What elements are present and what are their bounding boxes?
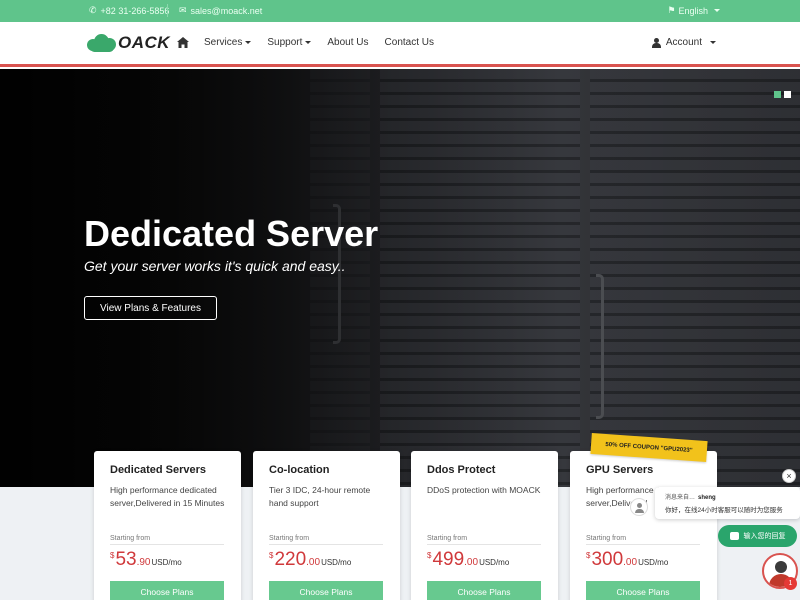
- starting-from-label: Starting from: [269, 535, 310, 542]
- nav-about-us[interactable]: About Us: [327, 37, 368, 48]
- logo-text: OACK: [118, 33, 171, 52]
- divider: [586, 544, 700, 545]
- hero-title: Dedicated Server: [84, 213, 379, 254]
- plan-name: Co-location: [269, 464, 330, 476]
- price-period: /mo: [168, 558, 182, 567]
- starting-from-label: Starting from: [427, 535, 468, 542]
- agent-avatar-icon: [630, 498, 648, 516]
- hero-subtitle: Get your server works it's quick and eas…: [84, 258, 346, 274]
- close-icon[interactable]: ×: [782, 469, 796, 483]
- price-amount: 53: [115, 549, 137, 570]
- price-amount: 300: [591, 549, 624, 570]
- plan-price: $ 300 .00 USD /mo: [586, 549, 668, 571]
- starting-from-label: Starting from: [586, 535, 627, 542]
- chat-sender: 消息来自… sheng: [665, 492, 716, 501]
- slider-dots: [774, 91, 791, 98]
- plan-price: $ 499 .00 USD /mo: [427, 549, 509, 571]
- price-unit: USD: [479, 558, 496, 567]
- chevron-down-icon: [305, 41, 312, 44]
- chat-bubble-icon: [729, 532, 739, 540]
- currency-symbol: $: [110, 551, 115, 560]
- view-plans-button[interactable]: View Plans & Features: [84, 296, 217, 320]
- plan-description: High performance dedicated server,Delive…: [110, 485, 225, 508]
- nav-menu: Services Support About Us Contact Us: [177, 37, 434, 48]
- flag-icon: ⚑: [667, 5, 676, 15]
- topbar-divider: [167, 4, 168, 17]
- chat-message-text: 你好，在线24小时客服可以随时为您服务: [665, 507, 783, 514]
- plan-price: $ 220 .00 USD /mo: [269, 549, 351, 571]
- plan-card-ddos: Ddos Protect DDoS protection with MOACK …: [411, 451, 558, 600]
- site-logo[interactable]: OACK: [87, 33, 170, 53]
- chat-reply-button[interactable]: 输入您的回复: [718, 525, 797, 547]
- choose-plans-button[interactable]: Choose Plans: [427, 581, 541, 600]
- nav-contact-us-label: Contact Us: [384, 37, 434, 48]
- price-amount: 220: [274, 549, 307, 570]
- price-cents: .00: [306, 557, 321, 568]
- divider: [427, 544, 541, 545]
- account-menu[interactable]: Account: [651, 37, 716, 48]
- price-cents: .00: [623, 557, 638, 568]
- language-label: English: [678, 5, 708, 16]
- chevron-down-icon: [714, 9, 720, 12]
- unread-badge: 1: [784, 577, 797, 590]
- nav-support[interactable]: Support: [267, 37, 312, 48]
- plan-price: $ 53 .90 USD /mo: [110, 549, 182, 571]
- plan-card-gpu: GPU Servers High performance GPU server,…: [570, 451, 717, 600]
- home-icon[interactable]: [177, 37, 189, 48]
- currency-symbol: $: [269, 551, 274, 560]
- hero-banner: Dedicated Server Get your server works i…: [0, 69, 800, 487]
- plan-name: Dedicated Servers: [110, 464, 206, 476]
- chat-agent-name: sheng: [698, 495, 716, 501]
- user-icon: [651, 37, 661, 48]
- email-contact[interactable]: ✉ sales@moack.net: [179, 5, 262, 16]
- logo-cloud-icon: [87, 33, 117, 53]
- price-amount: 499: [432, 549, 465, 570]
- chevron-down-icon: [245, 41, 252, 44]
- phone-icon: ✆: [89, 5, 97, 15]
- slider-dot[interactable]: [784, 91, 791, 98]
- plan-name: Ddos Protect: [427, 464, 496, 476]
- nav-services-label: Services: [204, 37, 243, 48]
- price-period: /mo: [495, 558, 510, 567]
- plan-description: DDoS protection with MOACK: [427, 485, 541, 495]
- nav-support-label: Support: [267, 37, 303, 48]
- chat-from-label: 消息来自…: [665, 495, 696, 501]
- envelope-icon: ✉: [179, 5, 187, 15]
- divider: [269, 544, 383, 545]
- plan-card-colocation: Co-location Tier 3 IDC, 24-hour remote h…: [253, 451, 400, 600]
- choose-plans-button[interactable]: Choose Plans: [110, 581, 224, 600]
- price-period: /mo: [654, 558, 669, 567]
- currency-symbol: $: [586, 551, 591, 560]
- top-bar: ✆ +82 31-266-5856 ✉ sales@moack.net ⚑ En…: [0, 0, 800, 22]
- currency-symbol: $: [427, 551, 432, 560]
- plan-card-dedicated: Dedicated Servers High performance dedic…: [94, 451, 241, 600]
- chevron-down-icon: [710, 41, 716, 44]
- starting-from-label: Starting from: [110, 535, 151, 542]
- choose-plans-button[interactable]: Choose Plans: [586, 581, 700, 600]
- account-label: Account: [665, 37, 702, 48]
- price-cents: .90: [136, 557, 151, 568]
- nav-contact-us[interactable]: Contact Us: [385, 37, 434, 48]
- nav-about-us-label: About Us: [327, 37, 369, 48]
- price-period: /mo: [337, 558, 352, 567]
- nav-services[interactable]: Services: [204, 37, 252, 48]
- price-unit: USD: [151, 558, 169, 567]
- choose-plans-button[interactable]: Choose Plans: [269, 581, 383, 600]
- chat-message-bubble[interactable]: 消息来自… sheng 你好，在线24小时客服可以随时为您服务: [655, 487, 800, 519]
- phone-number: +82 31-266-5856: [100, 5, 170, 16]
- price-unit: USD: [638, 558, 655, 567]
- price-unit: USD: [321, 558, 338, 567]
- main-navbar: OACK Services Support About Us Contact U…: [0, 22, 800, 67]
- hero-overlay: [0, 69, 800, 487]
- language-selector[interactable]: ⚑ English: [667, 5, 720, 16]
- email-address: sales@moack.net: [190, 5, 263, 16]
- plan-name: GPU Servers: [586, 464, 654, 476]
- plan-description: Tier 3 IDC, 24-hour remote hand support: [269, 485, 371, 508]
- price-cents: .00: [464, 557, 479, 568]
- divider: [110, 544, 224, 545]
- slider-dot[interactable]: [774, 91, 781, 98]
- phone-contact[interactable]: ✆ +82 31-266-5856: [89, 5, 169, 16]
- chat-reply-label: 输入您的回复: [743, 533, 786, 540]
